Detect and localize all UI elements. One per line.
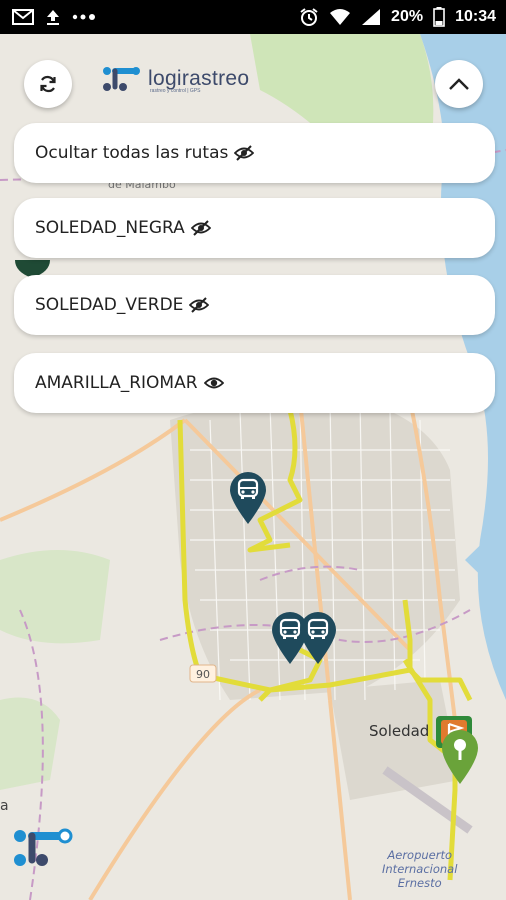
city-label-soledad: Soledad [369,722,430,740]
airport-label-line1: Aeropuerto [387,848,453,862]
eye-off-icon[interactable] [190,220,211,236]
status-bar-left [12,8,98,26]
upload-icon [44,8,62,26]
logirastreo-logo-icon [103,67,140,91]
road-shield-label: 90 [196,668,210,681]
eye-icon[interactable] [203,375,224,391]
status-bar-right: 20% 10:34 [299,7,496,27]
wifi-icon [329,8,351,26]
location-pin-marker[interactable] [440,728,480,790]
logirastreo-mark-icon [12,828,74,872]
refresh-icon [40,75,56,93]
route-item-soledad-negra[interactable]: SOLEDAD_NEGRA [14,198,495,258]
bus-marker[interactable] [228,470,268,530]
route-label: SOLEDAD_NEGRA [35,218,185,238]
collapse-button[interactable] [435,60,483,108]
route-label: AMARILLA_RIOMAR [35,373,198,393]
eye-off-icon [234,145,255,161]
battery-icon [433,7,445,27]
refresh-button[interactable] [24,60,72,108]
more-dots-icon [72,12,98,22]
eye-off-icon[interactable] [189,297,210,313]
signal-icon [361,8,381,26]
hide-all-routes-label: Ocultar todas las rutas [35,143,229,163]
gmail-icon [12,9,34,25]
clock-time: 10:34 [455,8,496,25]
route-label: SOLEDAD_VERDE [35,295,184,315]
alarm-icon [299,7,319,27]
logo-tagline: rastreo y control | GPS [150,88,201,94]
status-bar: 20% 10:34 [0,0,506,34]
edge-letter: a [0,798,9,814]
battery-percent: 20% [391,8,424,25]
chevron-up-icon [449,78,469,90]
route-item-soledad-verde[interactable]: SOLEDAD_VERDE [14,275,495,335]
rural-area [0,550,110,644]
bus-marker[interactable] [298,610,338,670]
airport-label-line3: Ernesto [397,876,442,890]
hide-all-routes-button[interactable]: Ocultar todas las rutas [14,123,495,183]
app-logo: logirastreo rastreo y control | GPS [102,66,249,94]
airport-label: Aeropuerto Internacional Ernesto [382,848,457,890]
route-item-amarilla-riomar[interactable]: AMARILLA_RIOMAR [14,353,495,413]
airport-label-line2: Internacional [382,862,458,876]
